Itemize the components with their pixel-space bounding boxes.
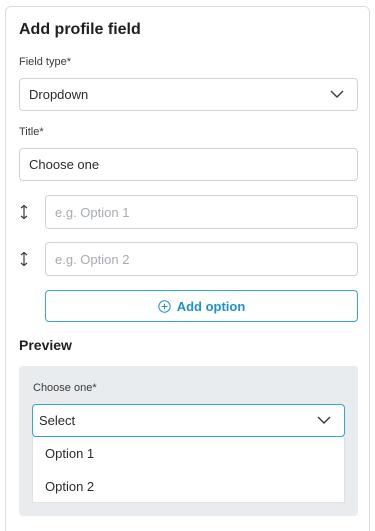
preview-field-label: Choose one* [33,382,97,394]
chevron-down-icon [330,90,344,98]
panel-title: Add profile field [19,21,141,38]
preview-heading: Preview [19,337,72,353]
title-label: Title* [19,126,44,138]
menu-item-option-1[interactable]: Option 1 [33,437,344,470]
option-1-placeholder: e.g. Option 1 [55,204,130,220]
field-type-value: Dropdown [29,87,89,102]
option-2-input[interactable]: e.g. Option 2 [45,242,358,276]
plus-circle-icon [158,299,171,313]
chevron-down-icon [317,416,331,424]
field-type-label: Field type* [19,56,71,68]
add-option-button[interactable]: Add option [45,290,358,322]
menu-item-option-2[interactable]: Option 2 [33,470,344,503]
add-option-label: Add option [176,298,246,314]
field-type-select[interactable]: Dropdown [19,78,358,111]
option-2-placeholder: e.g. Option 2 [55,251,130,267]
preview-select[interactable]: Select [32,404,345,437]
option-1-input[interactable]: e.g. Option 1 [45,195,358,229]
drag-handle-icon[interactable] [18,204,30,220]
title-input[interactable]: Choose one [19,148,358,181]
title-input-value: Choose one [29,157,100,172]
preview-dropdown-menu: Option 1 Option 2 [32,437,345,503]
preview-select-value: Select [39,413,76,428]
drag-handle-icon[interactable] [18,251,30,267]
